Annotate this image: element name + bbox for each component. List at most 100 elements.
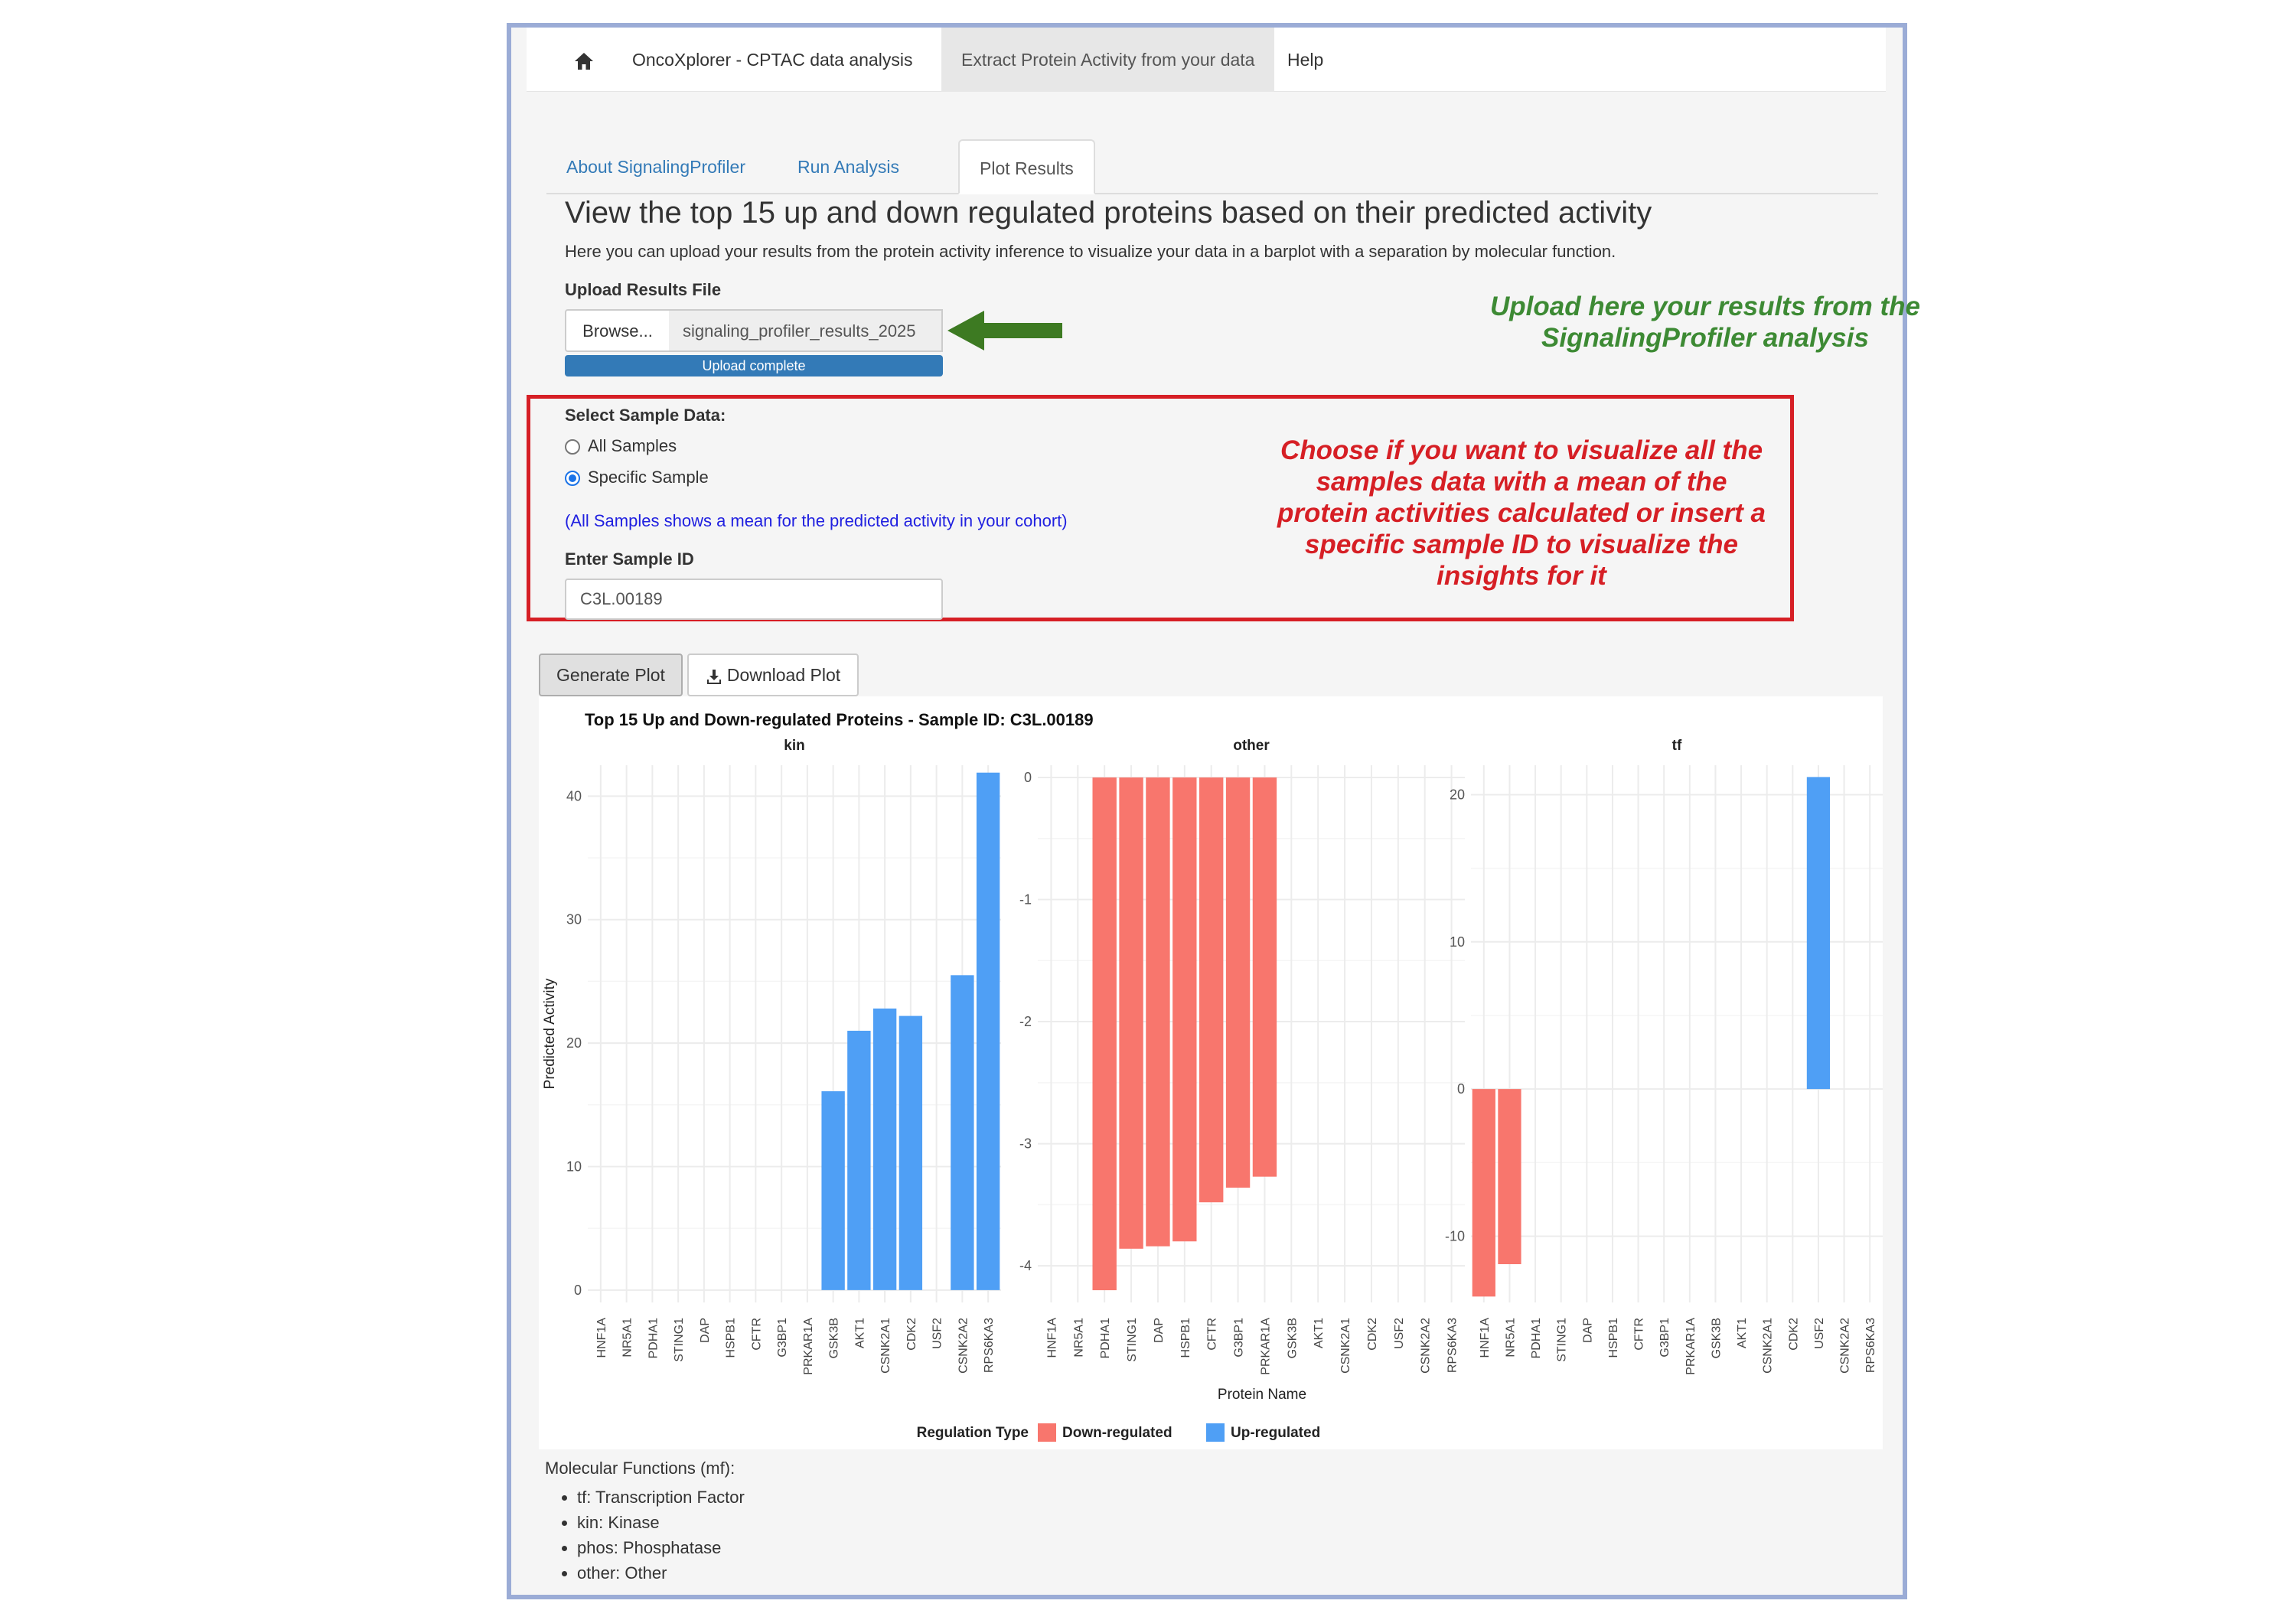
x-tick-label: DAP [1153,1318,1166,1343]
legend-title: Regulation Type [917,1425,1029,1441]
radio-specific-sample[interactable]: Specific Sample [565,468,709,487]
tab-run-analysis[interactable]: Run Analysis [778,139,919,194]
x-tick-label: USF2 [1393,1318,1406,1349]
x-tick-label: RPS6KA3 [1446,1318,1459,1373]
x-tick-label: STING1 [673,1318,686,1362]
nav-extract-protein-activity[interactable]: Extract Protein Activity from your data [941,28,1275,92]
y-axis-label: Predicted Activity [542,978,558,1089]
upload-progress-bar: Upload complete [565,355,943,376]
legend-swatch-down [1038,1423,1056,1442]
x-tick-label: AKT1 [1313,1318,1326,1348]
x-tick-label: AKT1 [853,1318,866,1348]
app-frame: OncoXplorer - CPTAC data analysis Extrac… [507,23,1920,1599]
download-plot-button[interactable]: Download Plot [687,654,859,696]
radio-dot[interactable] [565,439,580,455]
y-tick-label: -4 [1019,1258,1032,1273]
x-tick-label: USF2 [931,1318,944,1349]
bar-other-DAP [1146,777,1170,1247]
molecular-functions-list: tf: Transcription Factor kin: Kinase pho… [545,1485,745,1586]
download-plot-label: Download Plot [726,665,841,685]
y-tick-label: 0 [1457,1081,1465,1097]
x-tick-label: STING1 [1556,1318,1569,1362]
x-tick-label: NR5A1 [1072,1318,1085,1358]
mf-item-tf: tf: Transcription Factor [577,1485,745,1510]
tab-about[interactable]: About SignalingProfiler [546,139,765,194]
browse-button[interactable]: Browse... [565,309,670,352]
x-tick-label: HNF1A [595,1318,608,1358]
x-tick-label: CFTR [750,1318,763,1351]
bar-other-HSPB1 [1172,777,1197,1242]
x-tick-label: HSPB1 [1179,1318,1192,1358]
radio-specific-sample-label: Specific Sample [588,468,709,487]
sample-id-input[interactable] [565,579,943,620]
x-tick-label: CFTR [1633,1318,1646,1351]
x-tick-label: RPS6KA3 [983,1318,996,1373]
x-tick-label: CSNK2A2 [957,1318,970,1374]
page-title: View the top 15 up and down regulated pr… [565,196,1652,230]
samples-note: (All Samples shows a mean for the predic… [565,511,1068,530]
generate-plot-button[interactable]: Generate Plot [539,654,683,696]
bar-kin-RPS6KA3 [976,772,1000,1290]
x-tick-label: PDHA1 [1099,1318,1112,1358]
page-description: Here you can upload your results from th… [565,242,1616,261]
y-tick-label: 10 [566,1159,582,1174]
x-tick-label: CDK2 [905,1318,918,1351]
x-tick-label: GSK3B [828,1318,841,1358]
y-tick-label: -3 [1019,1136,1032,1152]
x-tick-label: CSNK2A2 [1839,1318,1852,1374]
x-tick-label: PDHA1 [647,1318,660,1358]
y-tick-label: -10 [1445,1228,1465,1244]
annotation-arrow [947,311,1062,350]
plot-area: Top 15 Up and Down-regulated Proteins - … [539,696,1883,1449]
mf-item-kin: kin: Kinase [577,1510,745,1535]
y-tick-label: -2 [1019,1014,1032,1029]
x-tick-label: USF2 [1813,1318,1826,1349]
bar-kin-GSK3B [821,1091,845,1290]
y-tick-label: 40 [566,788,582,804]
sample-selection-annotation: Choose if you want to visualize all the … [1277,435,1766,591]
bar-kin-CSNK2A1 [872,1008,897,1290]
barplot: Top 15 Up and Down-regulated Proteins - … [542,710,1883,1442]
legend-label-up: Up-regulated [1231,1425,1320,1441]
y-tick-label: -1 [1019,892,1032,908]
bar-tf-HNF1A [1472,1089,1495,1297]
file-name-field[interactable]: signaling_profiler_results_2025 [669,309,943,352]
nav-oncoxplorer[interactable]: OncoXplorer - CPTAC data analysis [612,28,932,92]
x-tick-label: DAP [1581,1318,1594,1343]
upload-label: Upload Results File [565,280,722,299]
y-tick-label: 0 [1024,770,1032,785]
sample-id-label: Enter Sample ID [565,549,694,569]
navbar: OncoXplorer - CPTAC data analysis Extrac… [527,28,1886,92]
radio-all-samples[interactable]: All Samples [565,436,677,456]
x-tick-label: STING1 [1126,1318,1139,1362]
mf-item-other: other: Other [577,1560,745,1586]
tab-plot-results[interactable]: Plot Results [958,139,1095,194]
facet-label-other: other [1233,738,1270,754]
radio-dot-selected[interactable] [565,471,580,487]
molecular-functions-title: Molecular Functions (mf): [545,1459,735,1478]
y-tick-label: 20 [1450,787,1465,802]
x-tick-label: RPS6KA3 [1864,1318,1877,1373]
nav-home[interactable] [557,28,611,92]
bar-other-CFTR [1199,777,1224,1203]
nav-help[interactable]: Help [1267,28,1343,92]
x-tick-label: PRKAR1A [1684,1318,1698,1375]
molecular-functions-legend: Molecular Functions (mf): tf: Transcript… [545,1459,745,1586]
x-tick-label: G3BP1 [1233,1318,1246,1358]
x-tick-label: HSPB1 [725,1318,738,1358]
upload-annotation: Upload here your results from the Signal… [1489,292,1921,353]
x-tick-label: CSNK2A1 [1762,1318,1775,1374]
facet-label-tf: tf [1672,738,1682,754]
bar-other-PRKAR1A [1252,777,1277,1177]
x-tick-label: CSNK2A2 [1420,1318,1433,1374]
bar-other-STING1 [1119,777,1143,1249]
x-tick-label: GSK3B [1710,1318,1723,1358]
mf-item-phos: phos: Phosphatase [577,1535,745,1560]
y-tick-label: 10 [1450,934,1465,950]
tab-bar: About SignalingProfiler Run Analysis Plo… [546,118,1878,194]
legend-label-down: Down-regulated [1062,1425,1172,1441]
x-tick-label: G3BP1 [776,1318,789,1358]
x-tick-label: HNF1A [1045,1318,1058,1358]
home-icon [575,52,593,70]
x-tick-label: G3BP1 [1658,1318,1671,1358]
